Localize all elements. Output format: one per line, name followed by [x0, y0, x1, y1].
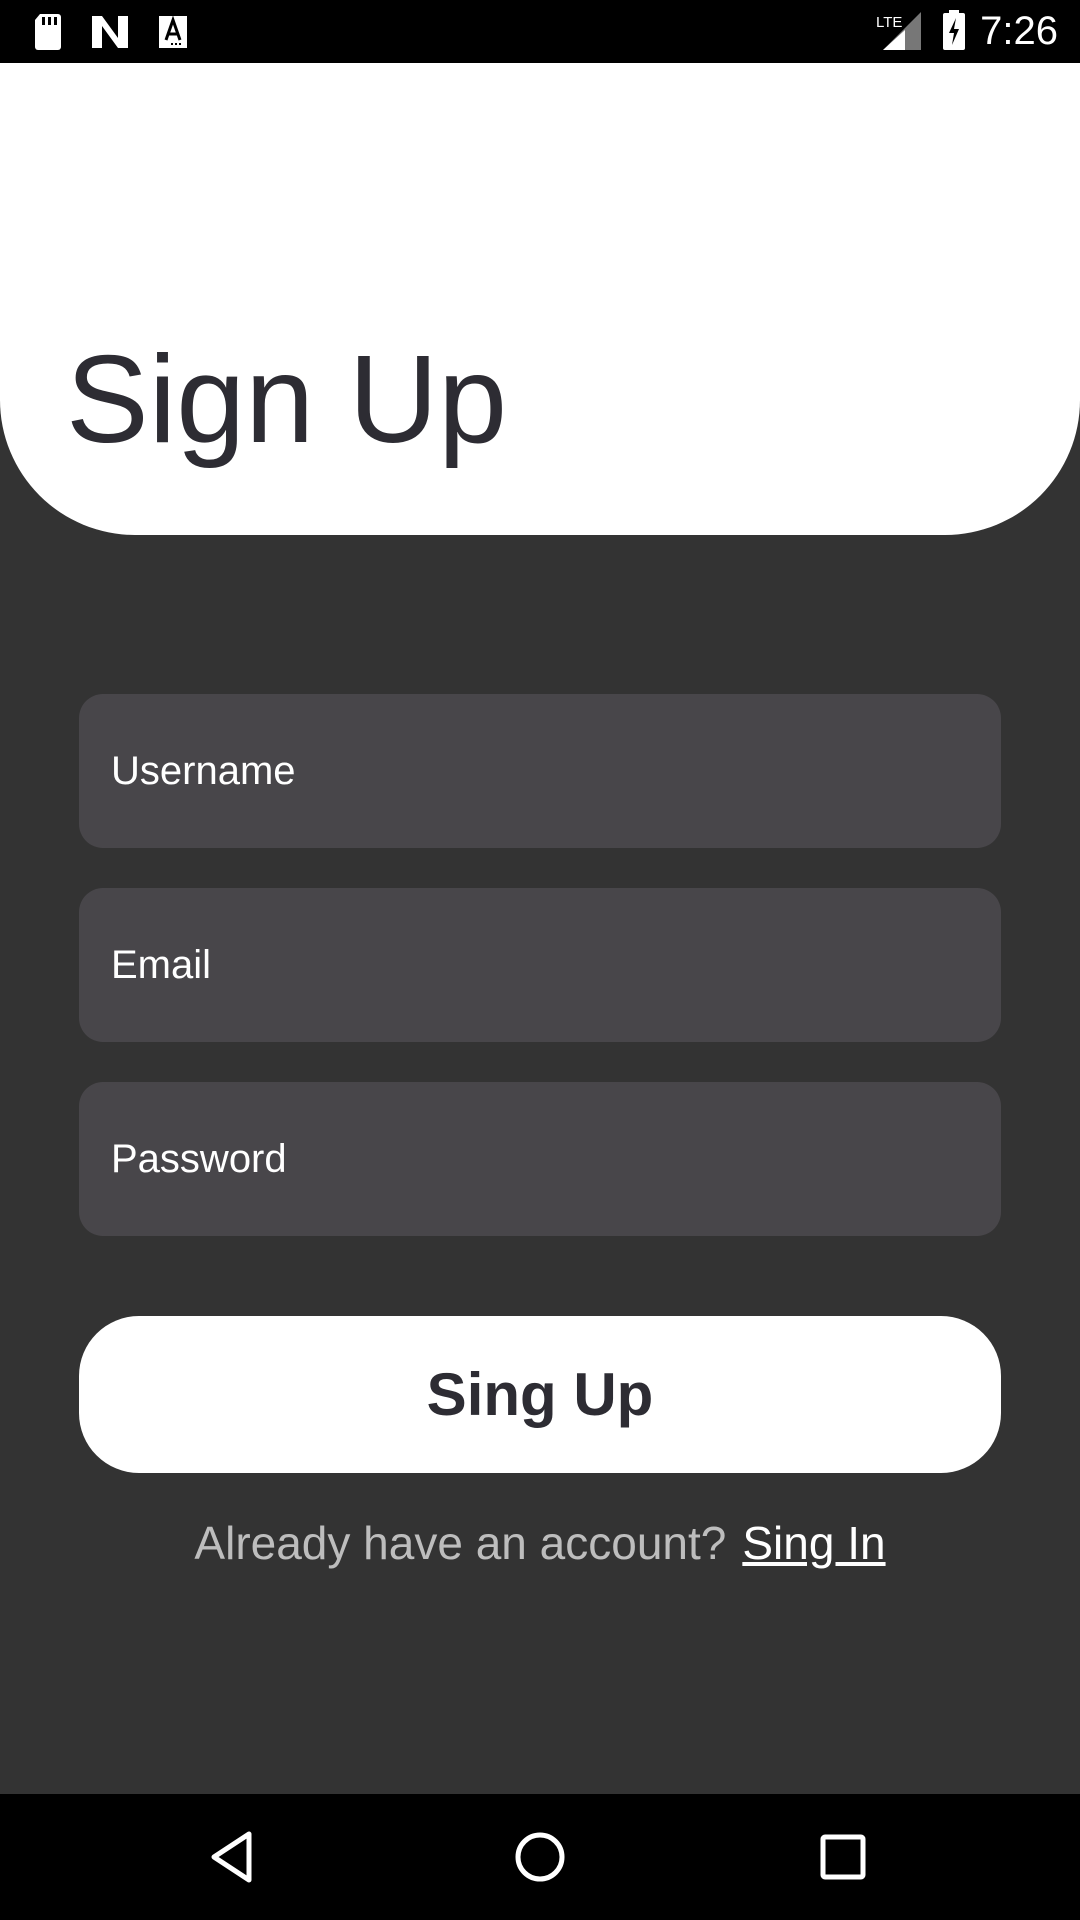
lte-signal-icon: LTE: [875, 0, 923, 68]
sign-in-prompt: Already have an account? Sing In: [0, 1510, 1080, 1576]
svg-text:LTE: LTE: [876, 14, 902, 31]
page-title: Sign Up: [66, 331, 508, 469]
password-field[interactable]: Password: [79, 1082, 1001, 1236]
header-card: Sign Up: [0, 63, 1080, 535]
email-field[interactable]: Email: [79, 888, 1001, 1042]
status-bar: LTE 7:26: [0, 0, 1080, 63]
status-time: 7:26: [980, 9, 1058, 53]
home-icon[interactable]: [477, 1794, 603, 1920]
username-field[interactable]: Username: [79, 694, 1001, 848]
sd-card-icon: [32, 0, 64, 68]
password-placeholder: Password: [111, 1136, 287, 1181]
sign-up-button[interactable]: Sing Up: [79, 1316, 1001, 1473]
sign-in-prompt-text: Already have an account?: [194, 1517, 727, 1569]
battery-charging-icon: [940, 0, 968, 68]
recents-icon[interactable]: [780, 1794, 906, 1920]
navigation-bar: [0, 1794, 1080, 1920]
sign-in-link[interactable]: Sing In: [742, 1516, 885, 1570]
email-placeholder: Email: [111, 942, 212, 987]
a-notification-icon: [157, 0, 189, 68]
sign-up-button-label: Sing Up: [426, 1361, 654, 1428]
username-placeholder: Username: [111, 748, 296, 793]
back-icon[interactable]: [173, 1794, 299, 1920]
n-notification-icon: [90, 0, 130, 68]
